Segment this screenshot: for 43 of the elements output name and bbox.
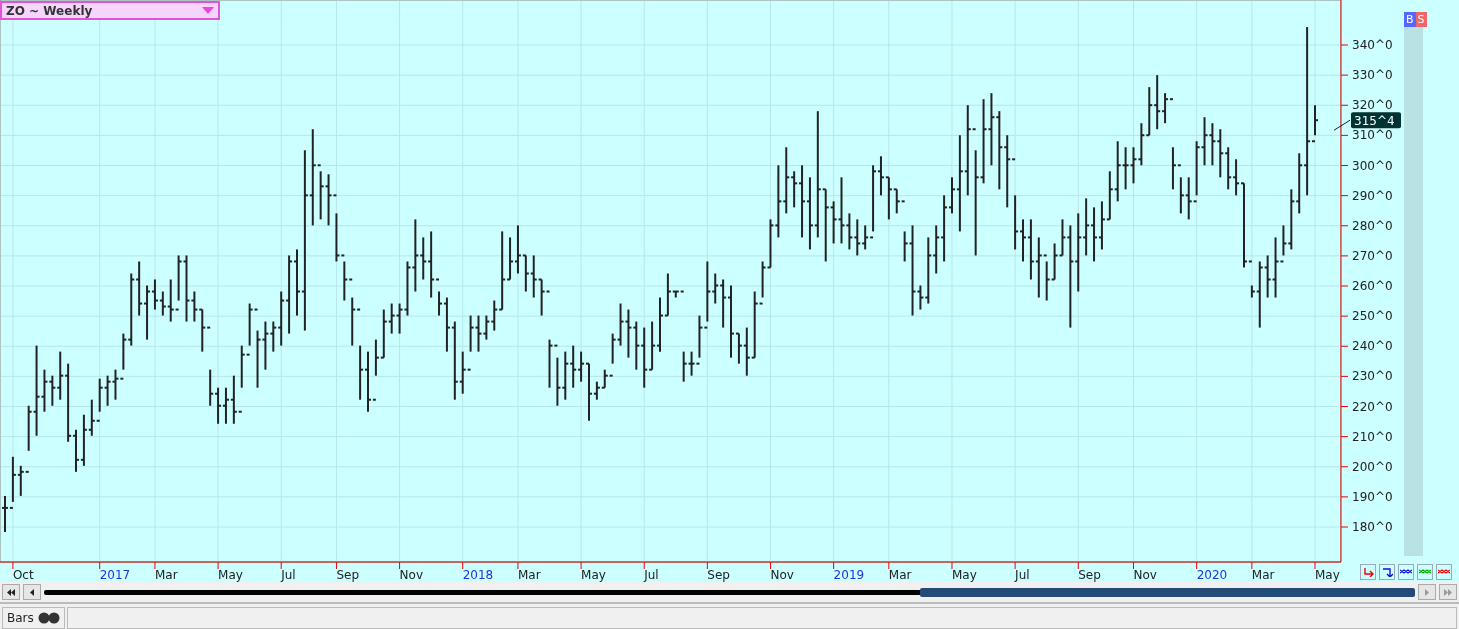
y-axis-label: 270^0 — [1352, 248, 1393, 263]
x-axis-label: Nov — [399, 568, 423, 582]
y-axis-label: 230^0 — [1352, 369, 1393, 384]
x-axis-label: May — [1315, 568, 1340, 582]
x-axis-label: Mar — [1251, 568, 1275, 582]
y-axis-label: 220^0 — [1352, 399, 1393, 414]
last-price-tag: 315^4 — [1351, 112, 1401, 129]
y-axis-label: 190^0 — [1352, 489, 1393, 504]
y-axis-label: 330^0 — [1352, 68, 1393, 83]
y-axis-label: 260^0 — [1352, 279, 1393, 293]
x-axis-label: May — [952, 568, 977, 582]
y-axis-label: 180^0 — [1352, 520, 1393, 534]
x-axis-label: 2017 — [99, 568, 131, 582]
x-axis-label: 2018 — [462, 568, 494, 582]
x-axis-label: Oct — [12, 568, 34, 582]
order-button[interactable]: B — [1404, 12, 1416, 27]
y-axis-label: 250^0 — [1352, 309, 1393, 324]
x-axis-label: 2020 — [1196, 568, 1228, 582]
x-axis-label: Mar — [888, 568, 912, 582]
x-axis-label: Jul — [644, 568, 659, 582]
x-axis-label: Sep — [1078, 568, 1101, 582]
x-axis-label: Mar — [517, 568, 541, 582]
y-axis-label: 310^0 — [1352, 128, 1393, 143]
x-axis-label: Jul — [281, 568, 296, 582]
y-axis-label: 200^0 — [1352, 459, 1393, 474]
y-axis-label: 340^0 — [1352, 38, 1393, 52]
x-axis-label: 2019 — [833, 568, 865, 582]
y-axis-label: 290^0 — [1352, 188, 1393, 203]
x-axis-label: Sep — [336, 568, 360, 582]
x-axis-label: Mar — [154, 568, 178, 582]
y-axis-label: 320^0 — [1352, 98, 1393, 113]
x-axis-label: Jul — [1015, 568, 1030, 582]
y-axis-label: 300^0 — [1352, 158, 1393, 173]
study-tab[interactable]: Bars — [2, 607, 65, 629]
y-axis-label: 210^0 — [1352, 429, 1393, 444]
symbol-dropdown[interactable]: ZO ~ Weekly — [0, 1, 220, 20]
x-axis-label: May — [218, 568, 243, 582]
y-axis-label: 280^0 — [1352, 218, 1393, 233]
x-axis-label: Nov — [770, 568, 794, 582]
x-axis-label: May — [581, 568, 606, 582]
x-axis-label: Nov — [1133, 568, 1157, 582]
y-axis-label: 240^0 — [1352, 339, 1393, 354]
x-axis-label: Sep — [707, 568, 730, 582]
